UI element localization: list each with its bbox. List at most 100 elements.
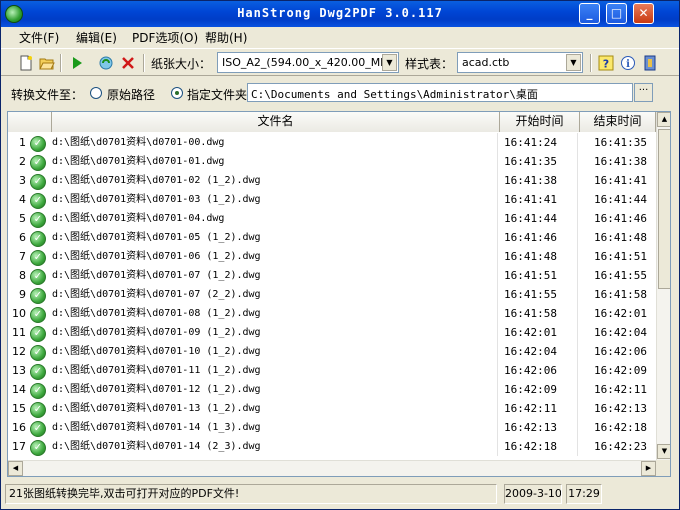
delete-icon[interactable]: [119, 54, 137, 72]
table-row[interactable]: 17 ✓ d:\图纸\d0701资料\d0701-14 (2_3).dwg 16:42…: [8, 437, 656, 456]
table-row[interactable]: 7 ✓ d:\图纸\d0701资料\d0701-06 (1_2).dwg 16:41:…: [8, 247, 656, 266]
table-row[interactable]: 14 ✓ d:\图纸\d0701资料\d0701-12 (1_2).dwg 16:42…: [8, 380, 656, 399]
table-row[interactable]: 4 ✓ d:\图纸\d0701资料\d0701-03 (1_2).dwg 16:41:…: [8, 190, 656, 209]
info-icon[interactable]: i: [619, 54, 637, 72]
menu-edit[interactable]: 编辑(E): [76, 29, 117, 46]
refresh-icon[interactable]: [97, 54, 115, 72]
table-row[interactable]: 12 ✓ d:\图纸\d0701资料\d0701-10 (1_2).dwg 16:42…: [8, 342, 656, 361]
scroll-down-icon[interactable]: ▼: [657, 444, 670, 459]
new-file-icon[interactable]: [17, 54, 35, 72]
check-icon-cell: ✓: [30, 190, 50, 209]
status-time: 17:29: [566, 484, 602, 504]
row-file-name: d:\图纸\d0701资料\d0701-03 (1_2).dwg: [52, 190, 498, 209]
menu-file[interactable]: 文件(F): [19, 29, 59, 46]
output-path-input[interactable]: C:\Documents and Settings\Administrator\…: [247, 83, 633, 102]
menu-help[interactable]: 帮助(H): [205, 29, 247, 46]
row-number: 6: [19, 231, 26, 244]
scroll-left-icon[interactable]: ◀: [8, 461, 23, 476]
table-row[interactable]: 2 ✓ d:\图纸\d0701资料\d0701-01.dwg 16:41:35 16:4…: [8, 152, 656, 171]
row-file-name: d:\图纸\d0701资料\d0701-04.dwg: [52, 209, 498, 228]
chevron-down-icon[interactable]: ▼: [566, 54, 581, 71]
header-end-time[interactable]: 结束时间: [580, 112, 656, 132]
table-row[interactable]: 16 ✓ d:\图纸\d0701资料\d0701-14 (1_3).dwg 16:42…: [8, 418, 656, 437]
check-icon-cell: ✓: [30, 247, 50, 266]
table-row[interactable]: 11 ✓ d:\图纸\d0701资料\d0701-09 (1_2).dwg 16:42…: [8, 323, 656, 342]
table-row[interactable]: 1 ✓ d:\图纸\d0701资料\d0701-00.dwg 16:41:24 16:4…: [8, 133, 656, 152]
check-icon-cell: ✓: [30, 399, 50, 418]
table-row[interactable]: 9 ✓ d:\图纸\d0701资料\d0701-07 (2_2).dwg 16:41:…: [8, 285, 656, 304]
minimize-button[interactable]: _: [579, 3, 600, 24]
paper-size-select[interactable]: ISO_A2_(594.00_x_420.00_MM) ▼: [217, 52, 399, 73]
row-end-time: 16:42:04: [594, 326, 647, 339]
chevron-down-icon[interactable]: ▼: [382, 54, 397, 71]
style-sheet-label: 样式表：: [405, 57, 454, 71]
row-end-time: 16:42:13: [594, 402, 647, 415]
row-number: 1: [19, 136, 26, 149]
row-file-name: d:\图纸\d0701资料\d0701-07 (1_2).dwg: [52, 266, 498, 285]
row-file-name: d:\图纸\d0701资料\d0701-14 (2_3).dwg: [52, 437, 498, 456]
table-row[interactable]: 3 ✓ d:\图纸\d0701资料\d0701-02 (1_2).dwg 16:41:…: [8, 171, 656, 190]
paper-size-value: ISO_A2_(594.00_x_420.00_MM): [222, 56, 394, 69]
row-start-time: 16:42:13: [500, 418, 578, 437]
check-icon: ✓: [30, 231, 46, 247]
row-end-time: 16:41:58: [594, 288, 647, 301]
header-blank: [8, 112, 52, 132]
play-icon[interactable]: [68, 54, 86, 72]
row-start-time: 16:42:01: [500, 323, 578, 342]
check-icon-cell: ✓: [30, 323, 50, 342]
check-icon-cell: ✓: [30, 437, 50, 456]
menu-pdf-options[interactable]: PDF选项(O): [132, 29, 198, 46]
help-icon[interactable]: ?: [597, 54, 615, 72]
row-end-time: 16:42:01: [594, 307, 647, 320]
horizontal-scrollbar[interactable]: ◀ ▶: [8, 460, 656, 476]
radio-specified-folder-label[interactable]: 指定文件夹: [187, 86, 247, 103]
scroll-up-icon[interactable]: ▲: [657, 112, 670, 127]
check-icon: ✓: [30, 174, 46, 190]
table-row[interactable]: 15 ✓ d:\图纸\d0701资料\d0701-13 (1_2).dwg 16:42…: [8, 399, 656, 418]
table-row[interactable]: 8 ✓ d:\图纸\d0701资料\d0701-07 (1_2).dwg 16:41:…: [8, 266, 656, 285]
check-icon-cell: ✓: [30, 152, 50, 171]
check-icon-cell: ✓: [30, 171, 50, 190]
exit-icon[interactable]: [641, 54, 659, 72]
maximize-button[interactable]: □: [606, 3, 627, 24]
toolbar-separator: [143, 54, 145, 72]
row-number: 13: [12, 364, 26, 377]
check-icon: ✓: [30, 288, 46, 304]
row-file-name: d:\图纸\d0701资料\d0701-11 (1_2).dwg: [52, 361, 498, 380]
scroll-thumb[interactable]: [658, 129, 670, 289]
row-start-time: 16:41:24: [500, 133, 578, 152]
open-folder-icon[interactable]: [38, 54, 56, 72]
scroll-corner: [656, 460, 670, 476]
radio-specified-folder[interactable]: [171, 87, 183, 99]
scroll-right-icon[interactable]: ▶: [641, 461, 656, 476]
style-sheet-select[interactable]: acad.ctb ▼: [457, 52, 583, 73]
toolbar-separator: [590, 54, 592, 72]
check-icon: ✓: [30, 136, 46, 152]
file-list[interactable]: 文件名 开始时间 结束时间 1 ✓ d:\图纸\d0701资料\d0701-00.d…: [7, 111, 671, 477]
row-end-time: 16:41:55: [594, 269, 647, 282]
radio-original-path-label[interactable]: 原始路径: [107, 86, 155, 103]
row-number: 15: [12, 402, 26, 415]
table-row[interactable]: 6 ✓ d:\图纸\d0701资料\d0701-05 (1_2).dwg 16:41:…: [8, 228, 656, 247]
close-button[interactable]: ✕: [633, 3, 654, 24]
check-icon-cell: ✓: [30, 380, 50, 399]
header-start-time[interactable]: 开始时间: [500, 112, 580, 132]
check-icon-cell: ✓: [30, 133, 50, 152]
row-file-name: d:\图纸\d0701资料\d0701-10 (1_2).dwg: [52, 342, 498, 361]
style-sheet-value: acad.ctb: [462, 56, 510, 69]
status-date: 2009-3-10: [504, 484, 562, 504]
row-start-time: 16:41:41: [500, 190, 578, 209]
radio-original-path[interactable]: [90, 87, 102, 99]
title-bar[interactable]: HanStrong Dwg2PDF 3.0.117 _ □ ✕: [1, 1, 679, 27]
row-start-time: 16:42:11: [500, 399, 578, 418]
status-message: 21张图纸转换完毕,双击可打开对应的PDF文件!: [5, 484, 497, 504]
table-row[interactable]: 13 ✓ d:\图纸\d0701资料\d0701-11 (1_2).dwg 16:42…: [8, 361, 656, 380]
vertical-scrollbar[interactable]: ▲ ▼: [656, 112, 670, 460]
paper-size-label: 纸张大小：: [151, 57, 212, 71]
table-row[interactable]: 5 ✓ d:\图纸\d0701资料\d0701-04.dwg 16:41:44 16:4…: [8, 209, 656, 228]
browse-button[interactable]: ···: [634, 83, 653, 102]
row-number: 16: [12, 421, 26, 434]
table-row[interactable]: 10 ✓ d:\图纸\d0701资料\d0701-08 (1_2).dwg 16:41…: [8, 304, 656, 323]
header-file-name[interactable]: 文件名: [52, 112, 500, 132]
row-start-time: 16:41:44: [500, 209, 578, 228]
